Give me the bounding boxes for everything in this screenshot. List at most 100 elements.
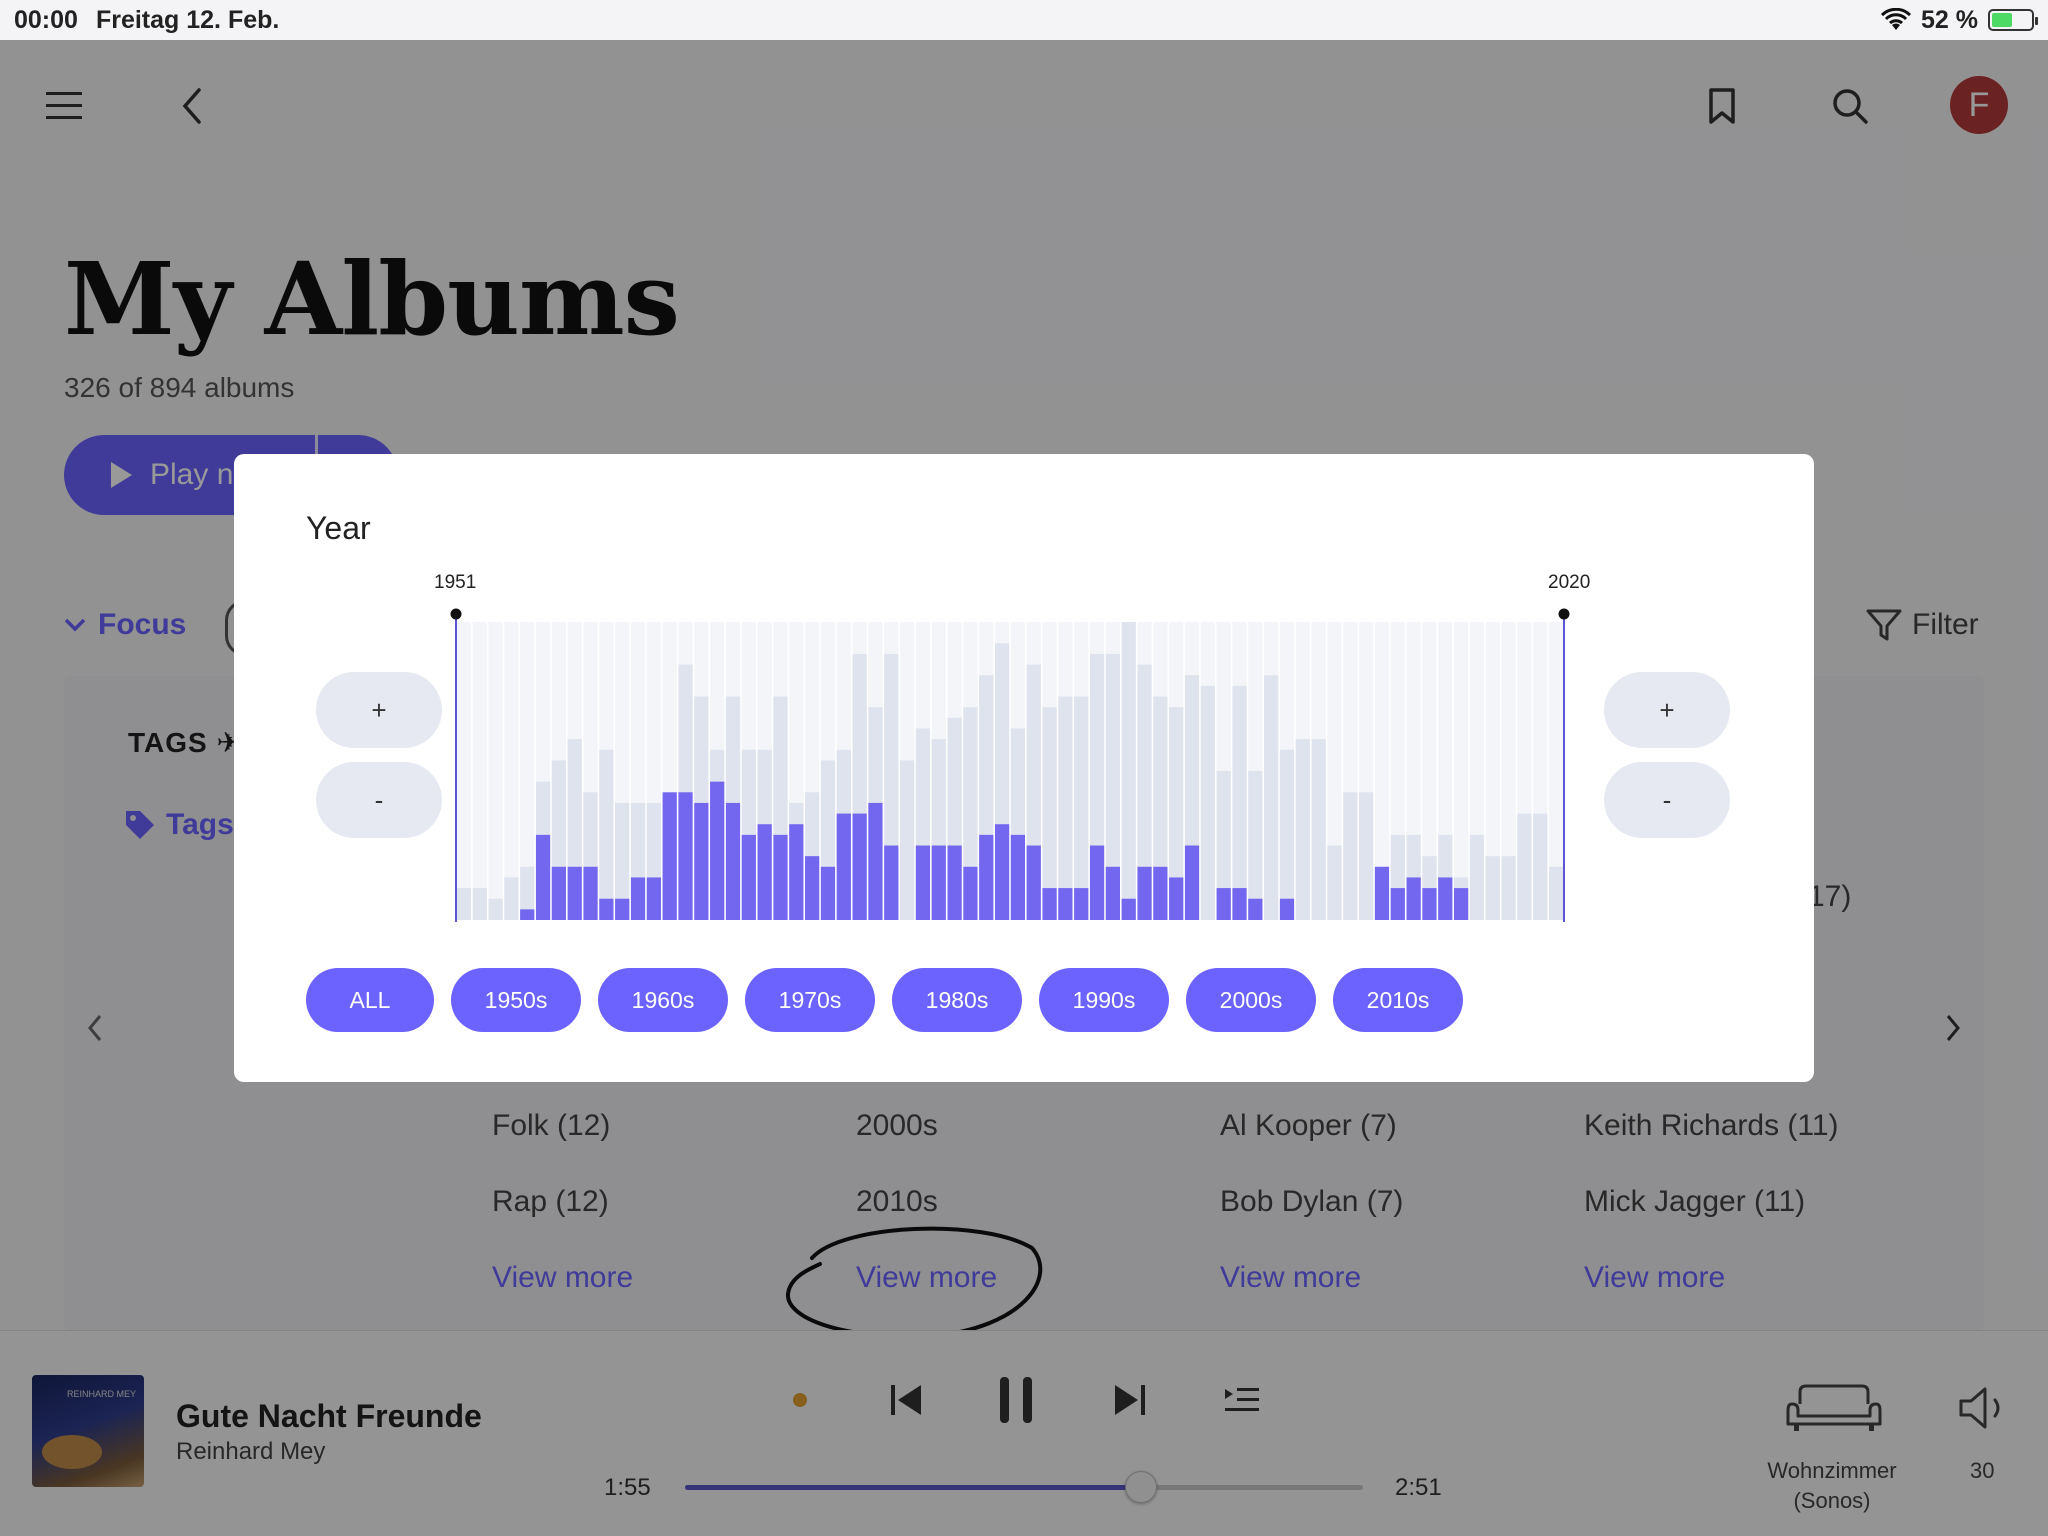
decade-button-1970s[interactable]: 1970s	[745, 968, 875, 1032]
bar-selected	[1454, 888, 1469, 920]
bar-selected	[947, 845, 962, 920]
decade-button-all[interactable]: ALL	[306, 968, 434, 1032]
bar-selected	[757, 824, 772, 920]
bar-selected	[567, 866, 582, 920]
bar-selected	[1121, 898, 1136, 920]
decade-button-1950s[interactable]: 1950s	[451, 968, 581, 1032]
bar-total	[1121, 622, 1136, 920]
bar-total	[1248, 771, 1263, 920]
bar-selected	[1279, 898, 1295, 920]
status-time: 00:00	[14, 5, 78, 34]
bar-selected	[994, 824, 1010, 920]
bar-selected	[1374, 866, 1390, 920]
start-decrement-button[interactable]: -	[316, 762, 442, 838]
bar-total	[1311, 739, 1326, 920]
bar-selected	[963, 866, 978, 920]
bar-selected	[694, 802, 709, 920]
bar-total	[1517, 813, 1532, 920]
bar-selected	[1105, 866, 1120, 920]
wifi-icon	[1881, 8, 1912, 30]
end-increment-button[interactable]: +	[1604, 672, 1730, 748]
bar-total	[1058, 696, 1073, 920]
bar-selected	[1074, 888, 1089, 920]
bar-selected	[615, 898, 630, 920]
bar-selected	[884, 845, 899, 920]
bar-total	[1200, 685, 1215, 920]
bar-selected	[773, 834, 788, 920]
bar-selected	[1026, 845, 1041, 920]
status-right: 52 %	[1881, 5, 2038, 35]
end-decrement-button[interactable]: -	[1604, 762, 1730, 838]
bar-selected	[789, 824, 804, 920]
bar-total	[1343, 792, 1358, 920]
year-filter-modal: Year 1951 2020 + - + - ALL 1950s 1960s 1…	[234, 454, 1814, 1082]
bar-total	[456, 888, 472, 920]
bar-selected	[662, 792, 677, 920]
range-start-label: 1951	[434, 572, 477, 593]
bar-selected	[1390, 888, 1405, 920]
battery-percent: 52 %	[1921, 5, 1978, 34]
bar-selected	[1169, 877, 1184, 920]
start-increment-button[interactable]: +	[316, 672, 442, 748]
bar-total	[1327, 845, 1342, 920]
bar-selected	[630, 877, 646, 920]
bar-selected	[535, 834, 551, 920]
bar-selected	[1422, 888, 1437, 920]
battery-fill	[1992, 13, 2012, 27]
range-end-label: 2020	[1548, 572, 1591, 593]
bar-selected	[599, 898, 614, 920]
bar-selected	[1438, 877, 1453, 920]
bar-selected	[1406, 877, 1421, 920]
bar-selected	[551, 866, 566, 920]
bar-selected	[520, 909, 535, 920]
bar-selected	[931, 845, 946, 920]
bar-selected	[1153, 866, 1168, 920]
decade-button-1990s[interactable]: 1990s	[1039, 968, 1169, 1032]
decade-button-1980s[interactable]: 1980s	[892, 968, 1022, 1032]
bar-selected	[1184, 845, 1200, 920]
decade-button-1960s[interactable]: 1960s	[598, 968, 728, 1032]
battery-icon	[1988, 9, 2038, 31]
bar-selected	[1137, 866, 1152, 920]
bar-selected	[1248, 898, 1263, 920]
decade-button-2010s[interactable]: 2010s	[1333, 968, 1463, 1032]
bar-selected	[678, 792, 693, 920]
bar-total	[1533, 813, 1548, 920]
bar-selected	[805, 856, 820, 920]
bar-total	[1295, 739, 1310, 920]
range-end-handle[interactable]	[1558, 608, 1570, 620]
modal-title: Year	[306, 510, 371, 546]
decade-buttons: ALL 1950s 1960s 1970s 1980s 1990s 2000s …	[306, 968, 1463, 1032]
bar-background	[504, 622, 519, 920]
bar-total	[1264, 675, 1279, 920]
bar-selected	[1232, 888, 1247, 920]
bar-selected	[820, 866, 836, 920]
range-start-handle[interactable]	[450, 608, 462, 620]
bar-total	[488, 898, 503, 920]
bar-total	[1074, 696, 1089, 920]
bar-background	[456, 622, 472, 920]
bar-total	[1548, 866, 1564, 920]
bar-selected	[583, 866, 598, 920]
bar-selected	[868, 802, 883, 920]
year-histogram[interactable]	[450, 602, 1570, 932]
bar-selected	[1058, 888, 1073, 920]
bar-total	[1279, 749, 1295, 920]
bar-total	[1485, 856, 1500, 920]
bar-selected	[646, 877, 661, 920]
status-bar: 00:00 Freitag 12. Feb. 52 %	[0, 0, 2048, 40]
bar-total	[1501, 856, 1516, 920]
status-date: Freitag 12. Feb.	[95, 5, 280, 34]
bar-selected	[1216, 888, 1231, 920]
bar-selected	[852, 813, 867, 920]
bar-total	[1232, 685, 1247, 920]
bar-total	[599, 749, 614, 920]
bar-background	[488, 622, 503, 920]
bar-selected	[741, 834, 756, 920]
decade-button-2000s[interactable]: 2000s	[1186, 968, 1316, 1032]
bar-selected	[1010, 834, 1026, 920]
bar-total	[504, 877, 519, 920]
bar-selected	[725, 802, 741, 920]
bar-total	[1359, 792, 1374, 920]
bar-background	[1454, 622, 1469, 920]
